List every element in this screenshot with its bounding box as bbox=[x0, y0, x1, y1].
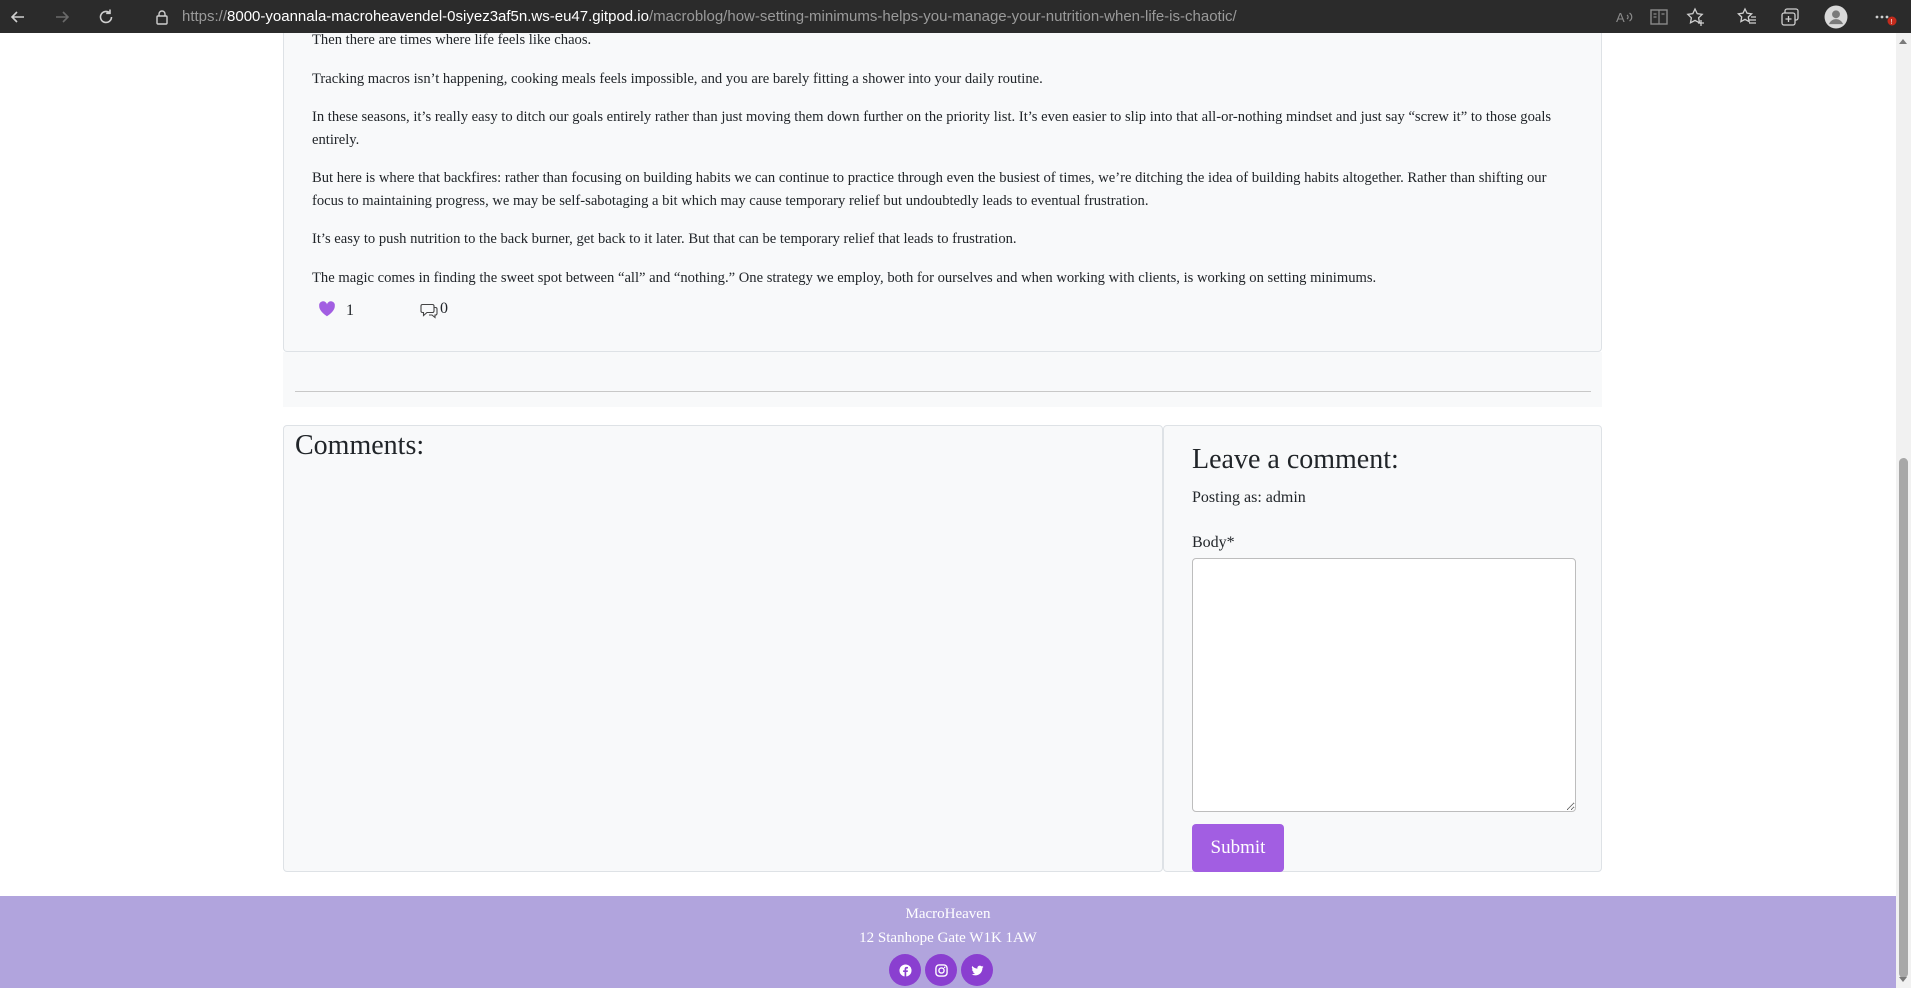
body-label: Body* bbox=[1192, 534, 1235, 551]
instagram-icon bbox=[934, 963, 948, 977]
divider bbox=[295, 391, 1591, 392]
page-scrollbar[interactable] bbox=[1896, 33, 1911, 988]
url-scheme: https:// bbox=[182, 8, 228, 25]
comments-panel: Comments: bbox=[283, 425, 1163, 872]
comments-title: Comments: bbox=[295, 430, 425, 461]
svg-text:!: ! bbox=[1891, 19, 1893, 26]
url-host: 8000-yoannala-macroheavendel-0siyez3af5n… bbox=[227, 8, 649, 25]
twitter-icon bbox=[970, 965, 984, 975]
collections-button[interactable] bbox=[1772, 0, 1808, 33]
back-icon bbox=[10, 10, 24, 23]
like-count: 1 bbox=[346, 302, 354, 319]
comment-count: 0 bbox=[440, 300, 448, 317]
post-paragraph: Then there are times where life feels li… bbox=[312, 33, 592, 48]
reader-mode-icon bbox=[1650, 8, 1668, 25]
instagram-link[interactable] bbox=[925, 954, 957, 986]
comment-form-panel: Leave a comment: Posting as: admin Body*… bbox=[1163, 425, 1602, 872]
comments-icon bbox=[420, 303, 438, 319]
page-viewport: Then there are times where life feels li… bbox=[0, 33, 1896, 988]
favorites-icon bbox=[1737, 6, 1756, 24]
footer-address: 12 Stanhope Gate W1K 1AW bbox=[859, 930, 1037, 946]
add-favorite-button[interactable] bbox=[1678, 0, 1714, 33]
read-aloud-icon: A bbox=[1616, 10, 1633, 25]
scroll-down-arrow[interactable] bbox=[1899, 977, 1907, 982]
read-aloud-button[interactable]: A bbox=[1607, 0, 1643, 33]
scroll-up-arrow[interactable] bbox=[1899, 39, 1907, 44]
add-favorite-icon bbox=[1686, 6, 1704, 26]
collections-icon bbox=[1781, 7, 1799, 26]
back-button[interactable] bbox=[0, 0, 36, 33]
post-card: Then there are times where life feels li… bbox=[283, 33, 1602, 352]
forward-button[interactable] bbox=[44, 0, 80, 33]
refresh-button[interactable] bbox=[88, 0, 124, 33]
comment-form-title: Leave a comment: bbox=[1192, 444, 1399, 475]
favorites-button[interactable] bbox=[1729, 0, 1765, 33]
scrollbar-thumb[interactable] bbox=[1899, 458, 1908, 978]
facebook-icon bbox=[898, 963, 912, 977]
post-paragraph: In these seasons, it’s really easy to di… bbox=[312, 109, 1552, 148]
url-path: /macroblog/how-setting-minimums-helps-yo… bbox=[648, 8, 1237, 25]
facebook-link[interactable] bbox=[889, 954, 921, 986]
footer-brand: MacroHeaven bbox=[905, 906, 991, 922]
comment-body-textarea[interactable] bbox=[1192, 558, 1576, 812]
address-bar[interactable]: https://8000-yoannala-macroheavendel-0si… bbox=[134, 0, 1604, 33]
post-paragraph: But here is where that backfires: rather… bbox=[312, 170, 1547, 209]
refresh-icon bbox=[99, 9, 113, 23]
submit-button[interactable]: Submit bbox=[1192, 824, 1284, 872]
more-button[interactable]: ! bbox=[1868, 0, 1904, 33]
lock-icon bbox=[156, 9, 168, 25]
svg-text:A: A bbox=[1616, 10, 1625, 25]
post-paragraph: It’s easy to push nutrition to the back … bbox=[312, 231, 1017, 247]
post-paragraph: The magic comes in finding the sweet spo… bbox=[312, 270, 1377, 286]
post-actions: 1 0 bbox=[318, 300, 518, 324]
browser-toolbar: https://8000-yoannala-macroheavendel-0si… bbox=[0, 0, 1911, 33]
post-paragraph: Tracking macros isn’t happening, cooking… bbox=[312, 71, 1043, 87]
social-links bbox=[889, 954, 1009, 986]
site-footer: MacroHeaven 12 Stanhope Gate W1K 1AW bbox=[0, 896, 1896, 988]
profile-icon bbox=[1824, 5, 1848, 28]
separator-band bbox=[283, 352, 1602, 407]
profile-button[interactable] bbox=[1818, 0, 1854, 33]
heart-icon[interactable] bbox=[318, 300, 336, 318]
twitter-link[interactable] bbox=[961, 954, 993, 986]
reader-mode-button[interactable] bbox=[1641, 0, 1677, 33]
forward-icon bbox=[56, 10, 70, 23]
posting-as-text: Posting as: admin bbox=[1192, 489, 1306, 506]
more-icon: ! bbox=[1875, 15, 1897, 26]
